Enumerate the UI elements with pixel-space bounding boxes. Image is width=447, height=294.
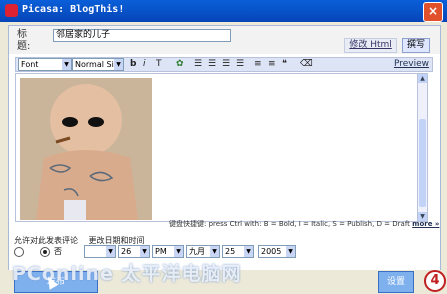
- title-input[interactable]: 邻居家的儿子: [53, 29, 231, 42]
- change-date-label: 更改日期和时间: [88, 236, 145, 245]
- editor-tabs: 修改 Html 撰写: [342, 38, 430, 53]
- baby-photo: [20, 78, 152, 220]
- preview-link[interactable]: Preview: [394, 58, 429, 70]
- window-title: Picasa: BlogThis!: [22, 4, 125, 15]
- picasa-icon: [5, 4, 18, 17]
- day-select[interactable]: 25 ▼: [222, 245, 254, 258]
- settings-button[interactable]: 设置: [378, 271, 414, 293]
- more-shortcuts-link[interactable]: more »: [412, 220, 439, 228]
- chevron-down-icon: ▼: [62, 59, 71, 70]
- minute-select[interactable]: 26 ▼: [118, 245, 150, 258]
- title-label: 标 题:: [17, 29, 31, 52]
- justify-icon[interactable]: ☰: [236, 58, 244, 70]
- align-center-icon[interactable]: ☰: [208, 58, 216, 70]
- bullet-list-icon[interactable]: ≡: [268, 58, 276, 70]
- close-button[interactable]: ×: [423, 2, 443, 22]
- italic-button[interactable]: i: [143, 58, 146, 70]
- step-badge: 4: [424, 270, 446, 292]
- month-select[interactable]: 九月 ▼: [186, 245, 220, 258]
- keyboard-shortcuts-hint: 键盘快捷键: press Ctrl with: B = Bold, I = It…: [169, 220, 440, 228]
- chevron-down-icon: ▼: [244, 246, 253, 257]
- chevron-down-icon: ▼: [140, 246, 149, 257]
- title-bar: Picasa: BlogThis! ×: [0, 0, 447, 22]
- text-color-button[interactable]: T: [156, 58, 162, 70]
- comments-no-radio[interactable]: [40, 247, 50, 257]
- chevron-down-icon: ▼: [114, 59, 123, 70]
- chevron-down-icon: ▼: [210, 246, 219, 257]
- chevron-down-icon: ▼: [174, 246, 183, 257]
- align-left-icon[interactable]: ☰: [194, 58, 202, 70]
- ampm-select[interactable]: PM ▼: [152, 245, 184, 258]
- formatting-toolbar: Font ▼ Normal Size ▼ b i T ✿ ☰ ☰ ☰ ☰ ≡ ≡ ❝…: [15, 57, 433, 72]
- scroll-thumb[interactable]: [419, 119, 426, 207]
- tab-compose[interactable]: 撰写: [401, 38, 430, 53]
- comments-yes-radio[interactable]: [14, 247, 24, 257]
- comments-no-label: 否: [54, 247, 62, 256]
- editor-scrollbar[interactable]: ▲ ▼: [417, 73, 428, 222]
- size-select[interactable]: Normal Size ▼: [72, 58, 124, 71]
- bold-button[interactable]: b: [130, 58, 136, 70]
- blockquote-icon[interactable]: ❝: [282, 58, 287, 70]
- align-right-icon[interactable]: ☰: [222, 58, 230, 70]
- blogthis-window: Picasa: BlogThis! × 标 题: 邻居家的儿子 修改 Html …: [0, 0, 447, 294]
- scroll-up-icon[interactable]: ▲: [418, 74, 427, 83]
- eraser-icon[interactable]: ⌫: [300, 58, 313, 70]
- chevron-down-icon: ▼: [286, 246, 295, 257]
- link-icon[interactable]: ✿: [176, 58, 184, 70]
- tab-edit-html[interactable]: 修改 Html: [344, 38, 397, 53]
- allow-comments-label: 允许对此发表评论: [14, 236, 78, 245]
- numbered-list-icon[interactable]: ≡: [254, 58, 262, 70]
- hour-select[interactable]: ▼: [84, 245, 116, 258]
- font-select[interactable]: Font ▼: [18, 58, 72, 71]
- year-select[interactable]: 2005 ▼: [258, 245, 296, 258]
- post-body-editor[interactable]: [15, 73, 419, 222]
- post-header: 标 题: 邻居家的儿子 修改 Html 撰写: [9, 26, 440, 54]
